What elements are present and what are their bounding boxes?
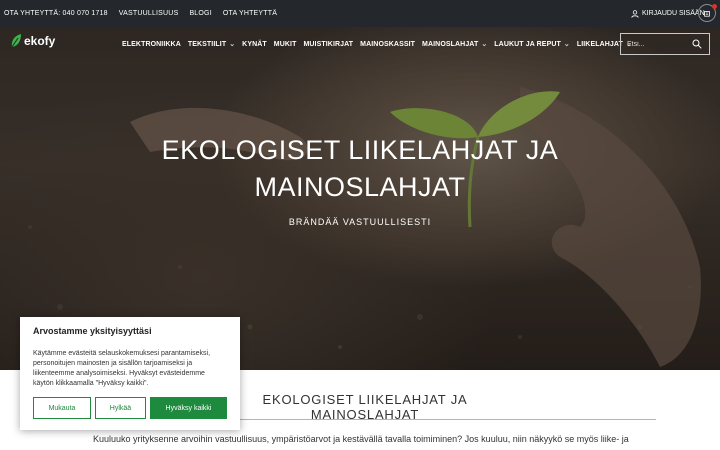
accept-all-button[interactable]: Hyväksy kaikki — [150, 397, 227, 419]
chevron-down-icon: ⌄ — [481, 41, 488, 48]
cookie-text: Käytämme evästeitä selauskokemuksesi par… — [33, 350, 211, 387]
nav-label: MUKIT — [273, 40, 297, 48]
cart-icon — [704, 11, 710, 17]
chevron-down-icon: ⌄ — [229, 41, 236, 48]
nav-item-textiles[interactable]: TEKSTIILIT ⌄ — [187, 40, 236, 49]
search-box — [620, 33, 710, 55]
nav-label: MAINOSLAHJAT — [422, 40, 479, 48]
hero-title-line1: EKOLOGISET LIIKELAHJAT JA — [161, 135, 559, 165]
nav-item-electronics[interactable]: ELEKTRONIIKKA — [122, 41, 181, 48]
nav-item-promo-gifts[interactable]: MAINOSLAHJAT ⌄ — [422, 40, 488, 49]
search-input[interactable] — [627, 40, 687, 48]
intro-paragraph: Kuuluuko yrityksenne arvoihin vastuullis… — [93, 434, 629, 444]
nav-label: LAUKUT JA REPUT — [494, 40, 561, 48]
cookie-title: Arvostamme yksityisyyttäsi — [33, 326, 152, 336]
top-link-responsibility[interactable]: VASTUULLISUUS — [119, 10, 179, 17]
logo-text: ekofy — [24, 34, 56, 48]
top-link-contact[interactable]: OTA YHTEYTTÄ — [223, 10, 277, 17]
nav-item-notebooks[interactable]: MUISTIKIRJAT — [303, 41, 353, 48]
login-link[interactable]: KIRJAUDU SISÄÄN — [631, 0, 705, 27]
nav-label: MUISTIKIRJAT — [303, 40, 354, 48]
cookie-buttons: Mukauta Hylkää Hyväksy kaikki — [33, 397, 231, 419]
hero-title-line2: MAINOSLAHJAT — [254, 172, 466, 202]
customize-button[interactable]: Mukauta — [33, 397, 91, 419]
leaf-logo-icon — [11, 34, 21, 48]
top-link-blog[interactable]: BLOGI — [189, 10, 211, 17]
top-links: OTA YHTEYTTÄ: 040 070 1718 VASTUULLISUUS… — [4, 0, 288, 27]
nav-item-mugs[interactable]: MUKIT — [274, 41, 297, 48]
nav-label: ELEKTRONIIKKA — [122, 40, 181, 48]
hero-title: EKOLOGISET LIIKELAHJAT JA MAINOSLAHJAT — [160, 132, 560, 206]
nav-label: MAINOSKASSIT — [360, 40, 416, 48]
nav-item-backpacks[interactable]: LAUKUT JA REPUT ⌄ — [494, 40, 570, 49]
logo[interactable]: ekofy — [10, 33, 55, 49]
nav-item-pens[interactable]: KYNÄT — [242, 41, 267, 48]
nav-label: KYNÄT — [242, 40, 267, 48]
hero-subtitle: BRÄNDÄÄ VASTUULLISESTI — [288, 217, 432, 227]
nav-label: TEKSTIILIT — [187, 40, 227, 48]
section-divider — [232, 419, 656, 420]
top-link-phone[interactable]: OTA YHTEYTTÄ: 040 070 1718 — [4, 10, 108, 17]
nav-item-bags[interactable]: MAINOSKASSIT — [360, 41, 415, 48]
cookie-consent-dialog: Arvostamme yksityisyyttäsi Käytämme eväs… — [20, 317, 240, 430]
top-bar: OTA YHTEYTTÄ: 040 070 1718 VASTUULLISUUS… — [0, 0, 720, 27]
main-nav: ELEKTRONIIKKA TEKSTIILIT ⌄ KYNÄT MUKIT MU… — [122, 37, 639, 51]
search-icon[interactable] — [692, 39, 702, 49]
user-icon — [631, 9, 639, 18]
chevron-down-icon: ⌄ — [563, 41, 570, 48]
reject-button[interactable]: Hylkää — [95, 397, 146, 419]
cart-badge — [712, 4, 717, 9]
login-label: KIRJAUDU SISÄÄN — [642, 10, 705, 17]
cart-button[interactable] — [698, 4, 717, 22]
nav-label: LIIKELAHJAT — [576, 40, 623, 48]
section-title: EKOLOGISET LIIKELAHJAT JA MAINOSLAHJAT — [262, 392, 468, 422]
